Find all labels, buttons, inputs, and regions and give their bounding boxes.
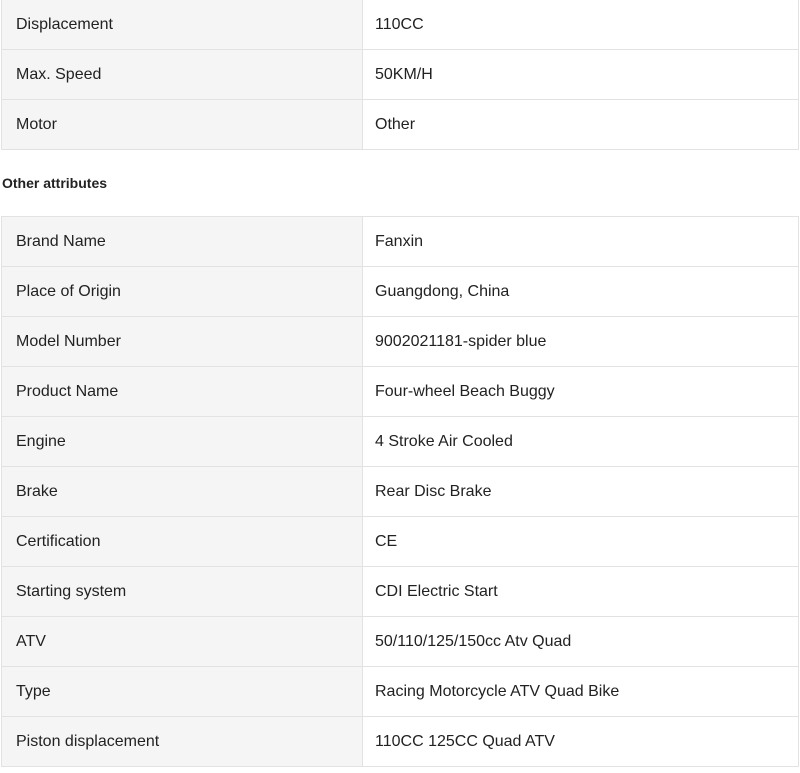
- attribute-key: Starting system: [1, 566, 363, 617]
- attribute-key: Place of Origin: [1, 266, 363, 317]
- table-row: Starting system CDI Electric Start: [1, 566, 799, 617]
- attribute-value: Four-wheel Beach Buggy: [362, 366, 799, 417]
- table-row: Brand Name Fanxin: [1, 216, 799, 267]
- attribute-value: 50KM/H: [362, 49, 799, 100]
- table-row: Brake Rear Disc Brake: [1, 466, 799, 517]
- attribute-value: Other: [362, 99, 799, 150]
- table-row: Displacement 110CC: [1, 0, 799, 50]
- key-attributes-table: Displacement 110CC Max. Speed 50KM/H Mot…: [1, 0, 799, 150]
- attribute-value: 110CC: [362, 0, 799, 50]
- attribute-value: Racing Motorcycle ATV Quad Bike: [362, 666, 799, 717]
- attribute-value: 9002021181-spider blue: [362, 316, 799, 367]
- section-title: Other attributes: [2, 175, 108, 191]
- attribute-key: Product Name: [1, 366, 363, 417]
- table-row: Type Racing Motorcycle ATV Quad Bike: [1, 666, 799, 717]
- attribute-key: Type: [1, 666, 363, 717]
- attribute-value: Fanxin: [362, 216, 799, 267]
- attribute-key: Certification: [1, 516, 363, 567]
- attribute-value: 110CC 125CC Quad ATV: [362, 716, 799, 767]
- attribute-key: Model Number: [1, 316, 363, 367]
- attribute-key: Brand Name: [1, 216, 363, 267]
- table-row: Engine 4 Stroke Air Cooled: [1, 416, 799, 467]
- attribute-value: CE: [362, 516, 799, 567]
- attribute-key: Motor: [1, 99, 363, 150]
- table-row: Model Number 9002021181-spider blue: [1, 316, 799, 367]
- attribute-value: CDI Electric Start: [362, 566, 799, 617]
- table-row: Piston displacement 110CC 125CC Quad ATV: [1, 716, 799, 767]
- attribute-value: 4 Stroke Air Cooled: [362, 416, 799, 467]
- attribute-value: Guangdong, China: [362, 266, 799, 317]
- attribute-value: Rear Disc Brake: [362, 466, 799, 517]
- attribute-key: Brake: [1, 466, 363, 517]
- table-row: Place of Origin Guangdong, China: [1, 266, 799, 317]
- table-row: ATV 50/110/125/150cc Atv Quad: [1, 616, 799, 667]
- table-row: Product Name Four-wheel Beach Buggy: [1, 366, 799, 417]
- other-attributes-table: Brand Name Fanxin Place of Origin Guangd…: [1, 216, 799, 767]
- table-row: Max. Speed 50KM/H: [1, 49, 799, 100]
- attribute-key: Piston displacement: [1, 716, 363, 767]
- table-row: Motor Other: [1, 99, 799, 150]
- attribute-key: ATV: [1, 616, 363, 667]
- attribute-key: Max. Speed: [1, 49, 363, 100]
- attribute-key: Engine: [1, 416, 363, 467]
- attribute-key: Displacement: [1, 0, 363, 50]
- table-row: Certification CE: [1, 516, 799, 567]
- attribute-value: 50/110/125/150cc Atv Quad: [362, 616, 799, 667]
